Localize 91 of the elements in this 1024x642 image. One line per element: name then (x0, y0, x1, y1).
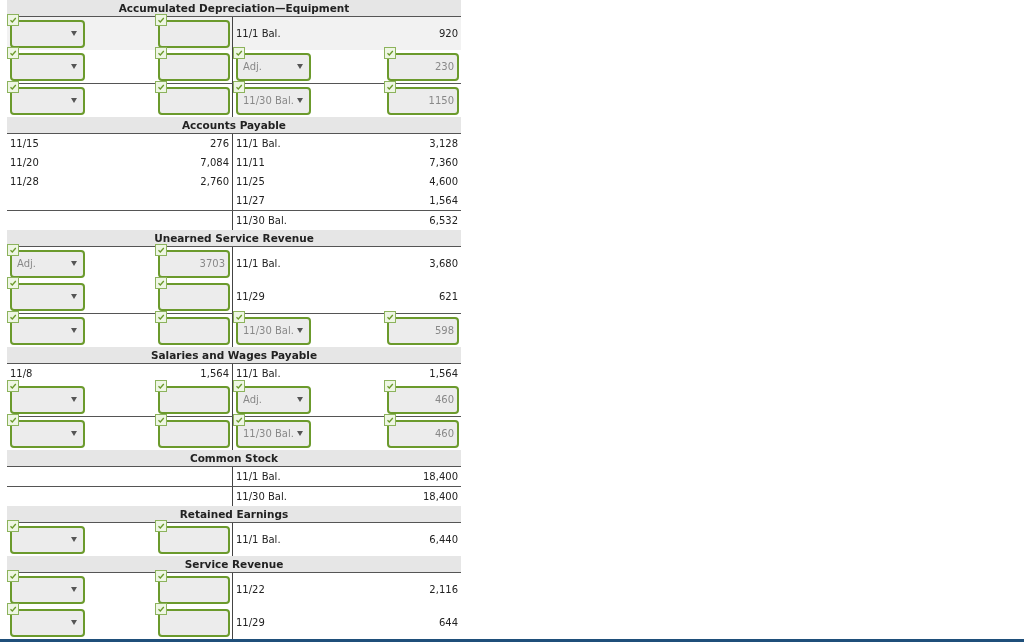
entry-date: 11/25 (235, 176, 265, 187)
input-field[interactable]: 1150 (387, 86, 459, 115)
entry-amount: 276 (209, 138, 230, 149)
caret-icon (297, 98, 303, 103)
caret-icon (297, 328, 303, 333)
dropdown-field[interactable]: 11/30 Bal. (236, 316, 311, 345)
dropdown-field[interactable]: Adj. (236, 385, 311, 414)
dropdown-field[interactable] (10, 316, 85, 345)
input-field[interactable]: 230 (387, 52, 459, 81)
dropdown-field[interactable]: 11/30 Bal. (236, 86, 311, 115)
entry-date: 11/1 Bal. (235, 471, 281, 482)
caret-icon (71, 397, 77, 402)
account-title: Accumulated Depreciation—Equipment (7, 0, 461, 17)
entry-date: 11/1 Bal. (235, 138, 281, 149)
entry-amount: 920 (438, 28, 459, 39)
entry-amount: 2,116 (429, 584, 459, 595)
input-field[interactable] (158, 385, 230, 414)
entry-date: 11/30 Bal. (235, 215, 287, 226)
entry-amount: 644 (438, 617, 459, 628)
caret-icon (297, 397, 303, 402)
account-title: Unearned Service Revenue (7, 230, 461, 247)
entry-amount: 1,564 (429, 195, 459, 206)
entry-amount: 7,084 (200, 157, 230, 168)
entry-date: 11/15 (9, 138, 39, 149)
input-field[interactable]: 598 (387, 316, 459, 345)
entry-date: 11/28 (9, 176, 39, 187)
entry-amount: 18,400 (423, 491, 459, 502)
entry-date: 11/1 Bal. (235, 368, 281, 379)
dropdown-field[interactable] (10, 525, 85, 554)
caret-icon (71, 537, 77, 542)
entry-amount: 18,400 (423, 471, 459, 482)
entry-amount: 2,760 (200, 176, 230, 187)
input-field[interactable] (158, 608, 230, 637)
caret-icon (71, 31, 77, 36)
entry-amount: 1,564 (200, 368, 230, 379)
input-field[interactable] (158, 316, 230, 345)
input-field[interactable]: 460 (387, 419, 459, 448)
entry-date: 11/29 (235, 617, 265, 628)
caret-icon (297, 64, 303, 69)
caret-icon (71, 261, 77, 266)
dropdown-field[interactable] (10, 575, 85, 604)
dropdown-field[interactable] (10, 19, 85, 48)
caret-icon (71, 294, 77, 299)
caret-icon (297, 431, 303, 436)
dropdown-field[interactable]: 11/30 Bal. (236, 419, 311, 448)
input-field[interactable] (158, 86, 230, 115)
input-field[interactable] (158, 419, 230, 448)
input-field[interactable]: 3703 (158, 249, 230, 278)
input-field[interactable] (158, 575, 230, 604)
entry-date: 11/27 (235, 195, 265, 206)
entry-amount: 3,128 (429, 138, 459, 149)
dropdown-field[interactable]: Adj. (236, 52, 311, 81)
entry-amount: 6,532 (429, 215, 459, 226)
entry-date: 11/8 (9, 368, 33, 379)
input-field[interactable]: 460 (387, 385, 459, 414)
entry-date: 11/1 Bal. (235, 534, 281, 545)
caret-icon (71, 64, 77, 69)
caret-icon (71, 328, 77, 333)
dropdown-field[interactable] (10, 52, 85, 81)
caret-icon (71, 98, 77, 103)
account-title: Common Stock (7, 450, 461, 467)
entry-amount: 7,360 (429, 157, 459, 168)
account-title: Accounts Payable (7, 117, 461, 134)
dropdown-field[interactable] (10, 282, 85, 311)
entry-date: 11/1 Bal. (235, 28, 281, 39)
entry-date: 11/11 (235, 157, 265, 168)
dropdown-field[interactable] (10, 608, 85, 637)
dropdown-field[interactable] (10, 385, 85, 414)
account-title: Retained Earnings (7, 506, 461, 523)
input-field[interactable] (158, 525, 230, 554)
caret-icon (71, 620, 77, 625)
dropdown-field[interactable] (10, 86, 85, 115)
entry-amount: 621 (438, 291, 459, 302)
input-field[interactable] (158, 52, 230, 81)
input-field[interactable] (158, 19, 230, 48)
caret-icon (71, 587, 77, 592)
entry-date: 11/20 (9, 157, 39, 168)
entry-date: 11/1 Bal. (235, 258, 281, 269)
entry-amount: 3,680 (429, 258, 459, 269)
entry-date: 11/22 (235, 584, 265, 595)
entry-amount: 6,440 (429, 534, 459, 545)
account-title: Salaries and Wages Payable (7, 347, 461, 364)
entry-amount: 1,564 (429, 368, 459, 379)
caret-icon (71, 431, 77, 436)
account-title: Service Revenue (7, 556, 461, 573)
dropdown-field[interactable] (10, 419, 85, 448)
input-field[interactable] (158, 282, 230, 311)
entry-date: 11/29 (235, 291, 265, 302)
dropdown-field[interactable]: Adj. (10, 249, 85, 278)
entry-amount: 4,600 (429, 176, 459, 187)
entry-date: 11/30 Bal. (235, 491, 287, 502)
